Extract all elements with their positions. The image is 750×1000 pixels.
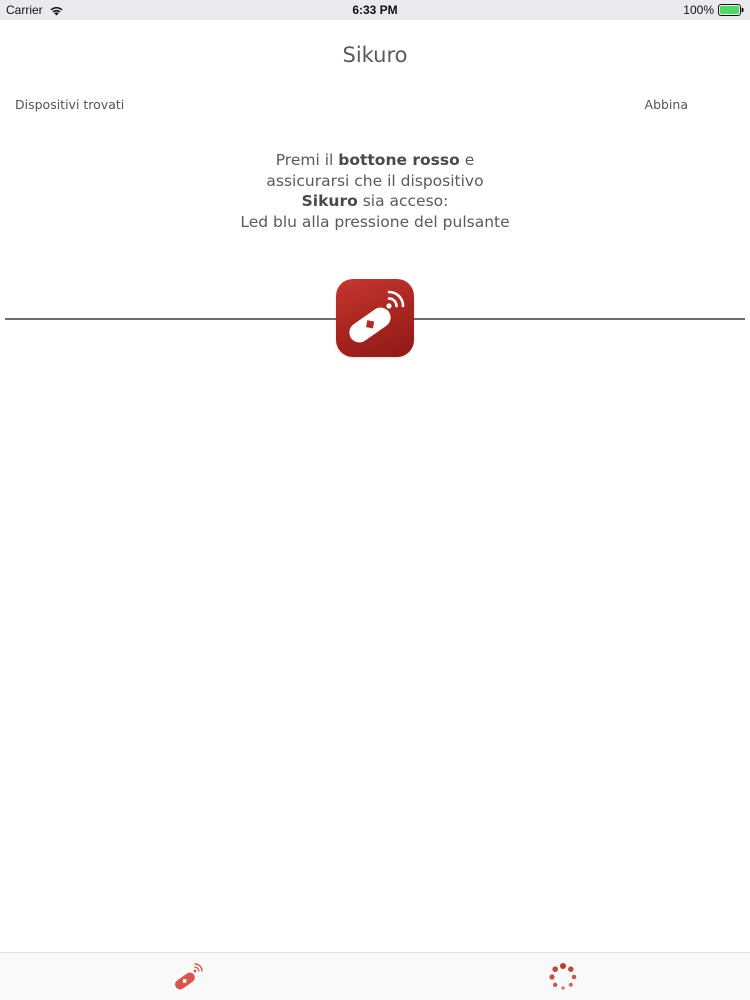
instructions-text: Premi il bottone rosso e assicurarsi che… (0, 150, 750, 232)
pair-button[interactable]: Abbina (645, 97, 688, 112)
tab-devices[interactable] (170, 959, 206, 995)
loading-spinner-icon (549, 963, 577, 990)
found-devices-label: Dispositivi trovati (15, 97, 125, 112)
page-title: Sikuro (342, 43, 408, 67)
instructions-line-3: Sikuro sia acceso: (0, 191, 750, 212)
tab-divider (373, 953, 374, 1000)
tab-scan[interactable] (545, 959, 581, 995)
tab-bar (0, 952, 750, 1000)
instructions-red-button-bold: bottone rosso (338, 151, 460, 169)
instructions-line-3-post: sia acceso: (357, 192, 449, 210)
sikuro-device-icon (175, 963, 203, 990)
instructions-line-1: Premi il bottone rosso e (0, 150, 750, 171)
battery-icon (718, 4, 744, 16)
status-bar: Carrier 6:33 PM 100% (0, 0, 750, 20)
instructions-line-4: Led blu alla pressione del pulsante (240, 212, 510, 231)
instructions-line-2: assicurarsi che il dispositivo (266, 171, 484, 190)
status-right: 100% (683, 3, 744, 17)
sikuro-device-icon (336, 279, 414, 357)
instructions-sikuro-bold: Sikuro (301, 192, 358, 210)
battery-percent: 100% (683, 3, 714, 17)
status-time: 6:33 PM (352, 3, 398, 17)
instructions-line-1-post: e (459, 151, 475, 169)
instructions-line-1-pre: Premi il (275, 151, 339, 169)
